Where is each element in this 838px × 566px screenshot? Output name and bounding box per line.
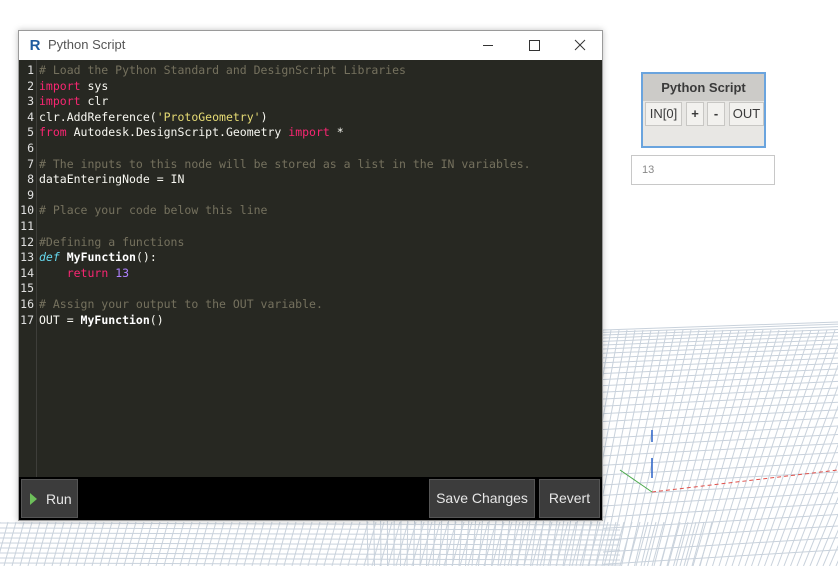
code-token-comment: # The inputs to this node will be stored… [39, 156, 531, 171]
line-number: 16 [20, 297, 34, 311]
code-token-func: MyFunction [66, 250, 136, 265]
code-token-plain: Autodesk.DesignScript.Geometry [66, 125, 289, 140]
revit-app-icon: R [29, 37, 41, 54]
code-token-plain: dataEnteringNode = IN [39, 172, 185, 187]
code-line: clr.AddReference('ProtoGeometry') [39, 110, 268, 126]
line-number-gutter: 1 2 3 4 5 6 7 8 9 10 11 12 13 14 15 16 17 [19, 60, 37, 477]
line-number: 2 [27, 78, 34, 93]
line-number: 15 [20, 281, 34, 296]
line-number: 3 [27, 94, 34, 109]
code-token-plain: ) [260, 109, 268, 124]
python-script-editor-window: R Python Script 1 2 3 4 5 6 7 8 9 10 11 12 13 14 15 16 1… [18, 30, 603, 521]
run-label: Run [46, 491, 72, 507]
line-number: 10 [20, 203, 34, 218]
code-token-comment: # Load the Python Standard and DesignScr… [39, 63, 406, 77]
minimize-icon [483, 45, 493, 46]
line-number: 6 [27, 141, 34, 155]
save-changes-button[interactable]: Save Changes [429, 479, 535, 518]
code-line: # Assign your output to the OUT variable… [39, 297, 323, 313]
line-number: 9 [27, 187, 34, 202]
code-token-plain: clr.AddReference( [39, 109, 157, 124]
code-line: # Load the Python Standard and DesignScr… [39, 63, 406, 79]
code-token-keyword: import [39, 94, 81, 109]
line-number: 1 [27, 63, 34, 77]
maximize-icon [529, 40, 540, 51]
code-token-plain: (): [135, 250, 157, 265]
code-line: # The inputs to this node will be stored… [39, 157, 531, 173]
run-button[interactable]: Run [21, 479, 78, 518]
code-token-comment: #Defining a functions [39, 234, 185, 249]
line-number: 5 [27, 125, 34, 140]
maximize-button[interactable] [511, 31, 557, 60]
add-input-button[interactable]: + [686, 102, 704, 126]
remove-input-button[interactable]: - [707, 102, 725, 126]
code-line: def MyFunction(): [39, 250, 157, 266]
line-number: 12 [20, 234, 34, 249]
line-number: 11 [20, 219, 34, 233]
close-icon [574, 39, 586, 51]
code-line: # Place your code below this line [39, 203, 267, 219]
node-preview-value: 13 [631, 155, 775, 185]
close-button[interactable] [557, 31, 603, 60]
input-port-in0[interactable]: IN[0] [645, 102, 682, 126]
code-token-plain: sys [80, 78, 109, 93]
code-token-comment: # Place your code below this line [39, 203, 268, 218]
node-title: Python Script [643, 74, 764, 101]
editor-button-bar: Run Save Changes Revert [19, 477, 602, 520]
code-line: OUT = MyFunction() [39, 313, 164, 329]
code-line: from Autodesk.DesignScript.Geometry impo… [39, 125, 344, 141]
line-number: 8 [27, 172, 34, 187]
code-token-keyword: return [66, 265, 109, 280]
python-script-node[interactable]: Python Script IN[0] + - OUT [641, 72, 766, 148]
line-number: 7 [27, 156, 34, 171]
code-lines: # Load the Python Standard and DesignScr… [39, 60, 602, 477]
window-titlebar[interactable]: R Python Script [19, 31, 602, 61]
code-token-keyword: from [39, 125, 67, 140]
code-line: import clr [39, 94, 108, 110]
line-number: 14 [20, 265, 34, 280]
code-token-number: 13 [115, 265, 130, 280]
code-line: dataEnteringNode = IN [39, 172, 184, 188]
code-token-plain: * [329, 125, 344, 140]
code-token-plain: clr [80, 94, 109, 109]
code-token-keyword: import [39, 78, 81, 93]
window-title: Python Script [48, 37, 126, 52]
output-port-out[interactable]: OUT [729, 102, 764, 126]
code-line: #Defining a functions [39, 235, 184, 251]
play-icon [30, 493, 37, 505]
code-token-keyword: import [288, 125, 330, 140]
line-number: 4 [27, 109, 34, 124]
code-token-plain: () [149, 312, 164, 327]
minimize-button[interactable] [465, 31, 511, 60]
revert-button[interactable]: Revert [539, 479, 600, 518]
line-number: 17 [20, 312, 34, 327]
code-editor[interactable]: 1 2 3 4 5 6 7 8 9 10 11 12 13 14 15 16 17 # Load the Pyt… [19, 60, 602, 477]
code-token-plain: OUT = [39, 312, 81, 327]
code-line: import sys [39, 79, 108, 95]
code-token-func: MyFunction [80, 312, 150, 327]
code-token-string: 'ProtoGeometry' [156, 109, 261, 124]
line-number: 13 [20, 250, 34, 265]
code-line: return 13 [39, 266, 129, 282]
code-token-comment: # Assign your output to the OUT variable… [39, 297, 323, 311]
code-token-def: def [39, 250, 60, 265]
